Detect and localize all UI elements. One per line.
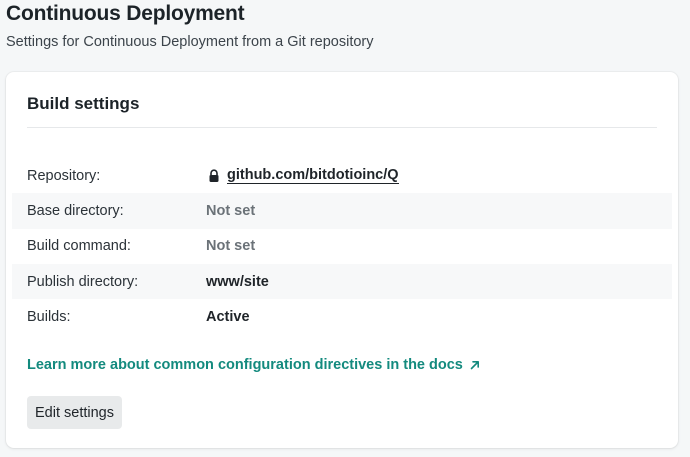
docs-link-label: Learn more about common configuration di… [27, 357, 463, 373]
card-title: Build settings [27, 94, 140, 113]
setting-row-base-directory: Base directory: Not set [12, 193, 672, 229]
setting-label: Base directory: [27, 202, 124, 219]
setting-value: www/site [206, 273, 269, 290]
page-title: Continuous Deployment [6, 2, 245, 25]
repository-link[interactable]: github.com/bitdotioinc/Q [227, 167, 399, 184]
docs-link[interactable]: Learn more about common configuration di… [27, 357, 481, 373]
setting-row-repository: Repository: github.com/bitdotioinc/Q [12, 158, 672, 193]
setting-value: Not set [206, 238, 256, 255]
page-subtitle: Settings for Continuous Deployment from … [6, 34, 374, 50]
setting-label: Publish directory: [27, 273, 139, 290]
card-header: Build settings [27, 94, 657, 128]
setting-label: Build command: [27, 238, 131, 255]
setting-value: Active [206, 308, 250, 325]
setting-row-publish-directory: Publish directory: www/site [12, 263, 672, 300]
page: Continuous Deployment Settings for Conti… [0, 0, 690, 457]
setting-row-builds: Builds: Active [12, 299, 672, 334]
setting-value: Not set [206, 202, 256, 219]
edit-settings-button[interactable]: Edit settings [27, 396, 122, 429]
setting-label: Builds: [27, 308, 71, 325]
setting-label: Repository: [27, 167, 101, 184]
build-settings-card: Build settings Repository: github.com/bi… [6, 72, 678, 448]
external-arrow-icon [469, 359, 481, 371]
settings-list: Repository: github.com/bitdotioinc/Q Bas… [12, 158, 672, 334]
setting-row-build-command: Build command: Not set [12, 229, 672, 264]
lock-icon [208, 169, 220, 183]
setting-value: github.com/bitdotioinc/Q [206, 167, 399, 184]
